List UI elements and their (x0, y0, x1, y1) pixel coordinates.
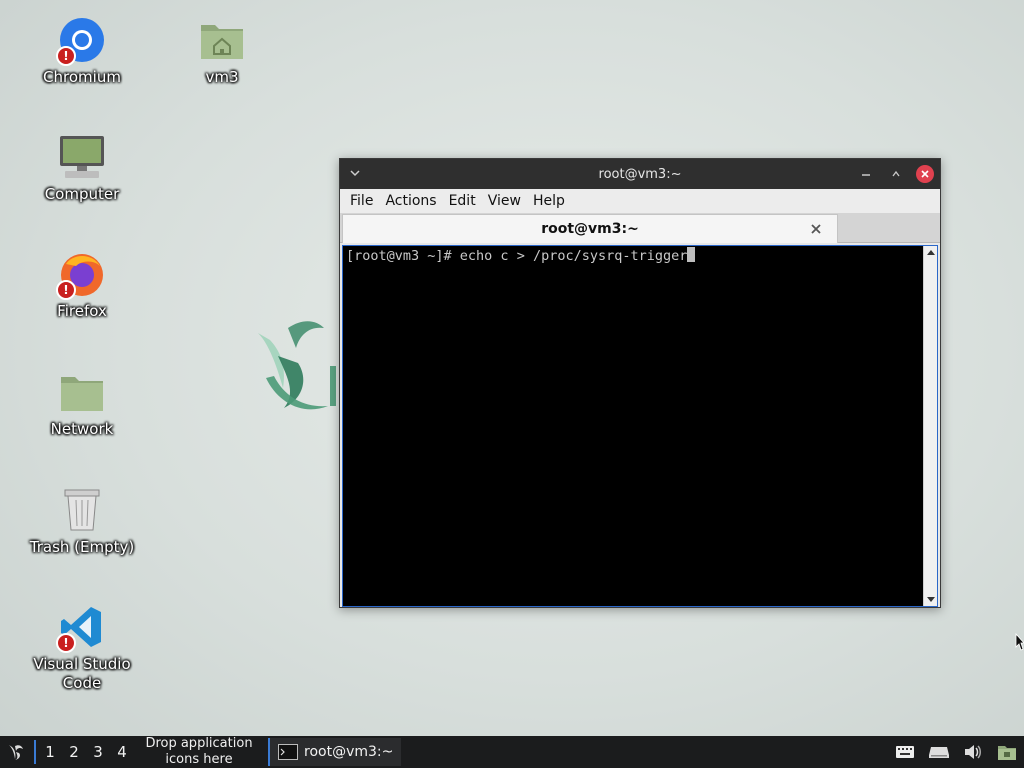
taskbar: 1 2 3 4 Drop application icons here root… (0, 736, 1024, 768)
window-titlebar[interactable]: root@vm3:~ (340, 159, 940, 189)
maximize-icon (892, 170, 900, 177)
task-label: root@vm3:~ (304, 744, 394, 760)
close-button[interactable] (916, 165, 934, 183)
terminal-prompt: [root@vm3 ~]# (346, 248, 460, 264)
menu-view[interactable]: View (482, 193, 527, 209)
warning-badge-icon: ! (56, 46, 76, 66)
menu-actions[interactable]: Actions (379, 193, 442, 209)
desktop-icon-network[interactable]: Network (22, 366, 142, 439)
desktop-icon-label: Chromium (43, 68, 121, 86)
start-menu-icon (9, 745, 23, 760)
launcher-drop-area[interactable]: Drop application icons here (138, 736, 260, 768)
desktop-icon-vscode[interactable]: ! Visual Studio Code (22, 601, 142, 693)
tab-terminal[interactable]: root@vm3:~ (342, 214, 838, 243)
system-tray (894, 741, 1024, 763)
desktop-icon-firefox[interactable]: ! Firefox (22, 248, 142, 321)
minimize-icon (862, 174, 870, 176)
network-folder-icon (56, 366, 108, 418)
firefox-icon: ! (56, 248, 108, 300)
desktop-icon-computer[interactable]: Computer (22, 131, 142, 204)
terminal-window[interactable]: root@vm3:~ File Actions Edit View Help r… (339, 158, 941, 608)
volume-icon[interactable] (962, 741, 984, 763)
tab-label: root@vm3:~ (541, 221, 639, 237)
home-folder-icon (196, 14, 248, 66)
terminal-icon (278, 744, 298, 760)
desktop-icon-vm3[interactable]: vm3 (162, 14, 282, 87)
vscode-icon: ! (56, 601, 108, 653)
chromium-icon: ! (56, 14, 108, 66)
taskbar-separator (34, 740, 36, 764)
text-cursor (687, 247, 696, 262)
desktop-icon-label: Trash (Empty) (29, 538, 135, 556)
tab-bar: root@vm3:~ (340, 213, 940, 243)
desktop-icon-label: Visual Studio Code (33, 655, 131, 692)
warning-badge-icon: ! (56, 280, 76, 300)
desktop-wallpaper-logo (258, 321, 336, 410)
keyboard-icon[interactable] (894, 741, 916, 763)
terminal-line: [root@vm3 ~]# echo c > /proc/sysrq-trigg… (346, 247, 696, 264)
scrollbar[interactable] (923, 246, 937, 606)
menubar: File Actions Edit View Help (340, 189, 940, 213)
taskbar-task-terminal[interactable]: root@vm3:~ (268, 738, 402, 766)
close-tab-icon[interactable] (809, 222, 823, 236)
mouse-pointer-icon (1015, 633, 1024, 651)
scroll-down-icon[interactable] (926, 594, 936, 604)
drive-icon[interactable] (928, 741, 950, 763)
window-title: root@vm3:~ (598, 166, 682, 182)
desktop-icon-label: Firefox (57, 302, 107, 320)
menu-help[interactable]: Help (527, 193, 571, 209)
computer-icon (56, 131, 108, 183)
minimize-button[interactable] (856, 165, 876, 183)
desktop-icon-label: vm3 (205, 68, 239, 86)
trash-icon (56, 484, 108, 536)
menu-edit[interactable]: Edit (443, 193, 482, 209)
desktop-icon-label: Computer (44, 185, 120, 203)
network-icon[interactable] (996, 741, 1018, 763)
maximize-button[interactable] (886, 165, 906, 183)
desktop-icon-chromium[interactable]: ! Chromium (22, 14, 142, 87)
close-icon (921, 170, 929, 178)
terminal-command: echo c > /proc/sysrq-trigger (459, 248, 688, 264)
scroll-up-icon[interactable] (926, 248, 936, 258)
workspace-1[interactable]: 1 (38, 736, 62, 768)
terminal-output[interactable]: [root@vm3 ~]# echo c > /proc/sysrq-trigg… (342, 245, 938, 607)
workspace-2[interactable]: 2 (62, 736, 86, 768)
chevron-down-icon[interactable] (348, 166, 362, 180)
workspace-4[interactable]: 4 (110, 736, 134, 768)
desktop-icon-label: Network (50, 420, 114, 438)
workspace-3[interactable]: 3 (86, 736, 110, 768)
warning-badge-icon: ! (56, 633, 76, 653)
start-menu-button[interactable] (0, 736, 32, 768)
menu-file[interactable]: File (344, 193, 379, 209)
desktop-icon-trash[interactable]: Trash (Empty) (22, 484, 142, 557)
